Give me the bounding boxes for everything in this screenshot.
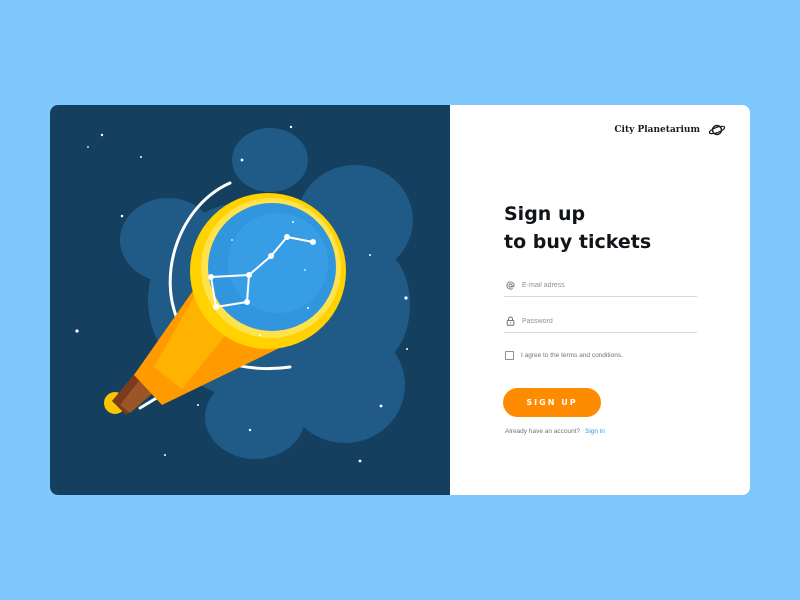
telescope-icon [75, 125, 413, 463]
email-input[interactable] [522, 278, 692, 292]
planet-icon [708, 124, 726, 136]
signup-form-panel: City Planetarium Sign up to buy tickets [450, 105, 750, 495]
lock-icon [505, 316, 515, 326]
signin-prompt: Already have an account? [505, 428, 581, 435]
brand-name: City Planetarium [614, 125, 700, 135]
page-title: Sign up to buy tickets [504, 200, 724, 256]
signin-row: Already have an account? Sign in [505, 428, 605, 435]
title-line-1: Sign up [504, 203, 586, 225]
signup-card: City Planetarium Sign up to buy tickets [50, 105, 750, 495]
brand[interactable]: City Planetarium [614, 123, 726, 137]
password-field [504, 310, 697, 333]
at-icon [505, 280, 515, 290]
signin-link[interactable]: Sign in [585, 428, 605, 435]
password-input[interactable] [522, 314, 692, 328]
telescope-illustration [50, 105, 450, 495]
email-field [504, 274, 697, 297]
signup-button[interactable]: SIGN UP [503, 388, 601, 417]
terms-row[interactable]: I agree to the terms and conditions. [505, 351, 623, 360]
terms-checkbox[interactable] [505, 351, 514, 360]
title-line-2: to buy tickets [504, 231, 652, 253]
terms-label: I agree to the terms and conditions. [521, 352, 623, 359]
